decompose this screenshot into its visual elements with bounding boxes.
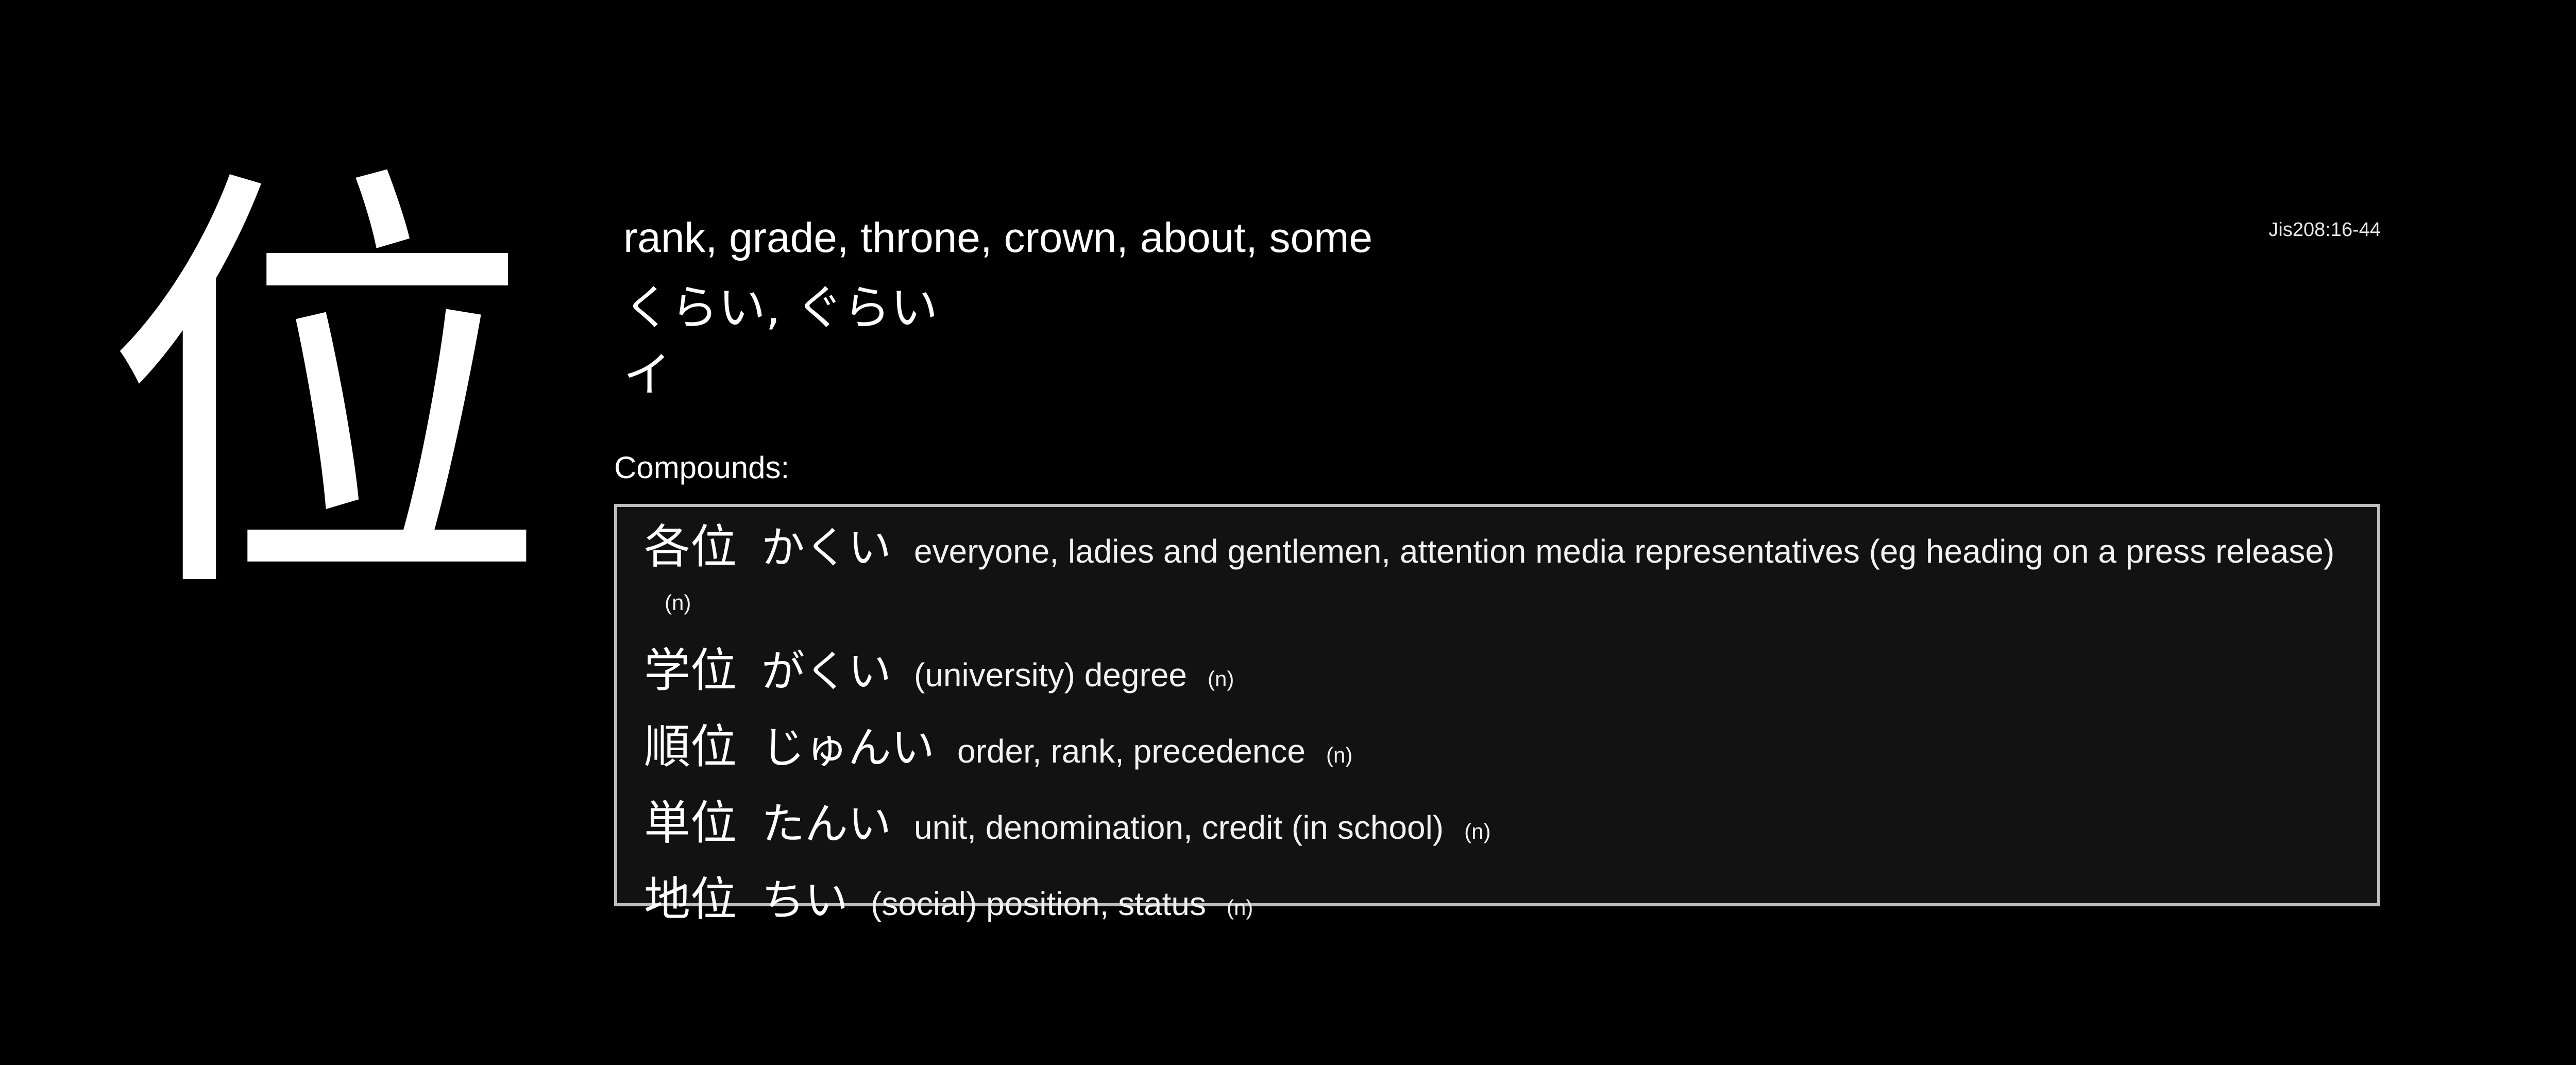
compound-gloss: unit, denomination, credit (in school)	[914, 809, 1444, 846]
compound-word: 各位	[644, 520, 737, 574]
compound-reading: がくい	[761, 646, 892, 697]
meanings-text: rank, grade, throne, crown, about, some	[623, 214, 1373, 261]
compounds-list: 各位 かくい everyone, ladies and gentlemen, att…	[614, 504, 2380, 924]
compound-word: 地位	[644, 872, 737, 926]
on-readings: イ	[623, 347, 671, 402]
compound-row: 学位 がくい (university) degree (n)	[644, 647, 2357, 703]
compound-reading: じゅんい	[761, 722, 935, 773]
compound-pos: (n)	[1326, 743, 1353, 767]
kun-readings: くらい, ぐらい	[623, 280, 938, 335]
compound-row: 地位 ちい (social) position, status (n)	[644, 876, 2357, 932]
compound-gloss: everyone, ladies and gentlemen, attentio…	[914, 533, 2335, 570]
compound-gloss: order, rank, precedence	[957, 733, 1306, 770]
compound-row: 各位 かくい everyone, ladies and gentlemen, att…	[644, 523, 2357, 627]
compound-word: 単位	[644, 796, 737, 850]
compounds-label: Compounds:	[614, 450, 790, 485]
compound-gloss: (university) degree	[914, 656, 1188, 694]
compound-gloss: (social) position, status	[871, 885, 1206, 922]
compound-pos: (n)	[1464, 819, 1491, 843]
compound-reading: ちい	[761, 875, 849, 925]
compound-reading: たんい	[761, 799, 892, 849]
compound-pos: (n)	[1208, 667, 1234, 691]
compound-pos: (n)	[665, 590, 691, 615]
kanji-character: 位	[103, 133, 546, 649]
compound-row: 単位 たんい unit, denomination, credit (in scho…	[644, 800, 2357, 855]
compound-reading: かくい	[761, 522, 892, 573]
compound-word: 学位	[644, 644, 737, 698]
compound-word: 順位	[644, 720, 737, 774]
compound-pos: (n)	[1226, 895, 1253, 920]
compound-row: 順位 じゅんい order, rank, precedence (n)	[644, 723, 2357, 779]
kanji-info: rank, grade, throne, crown, about, some …	[623, 212, 2427, 404]
